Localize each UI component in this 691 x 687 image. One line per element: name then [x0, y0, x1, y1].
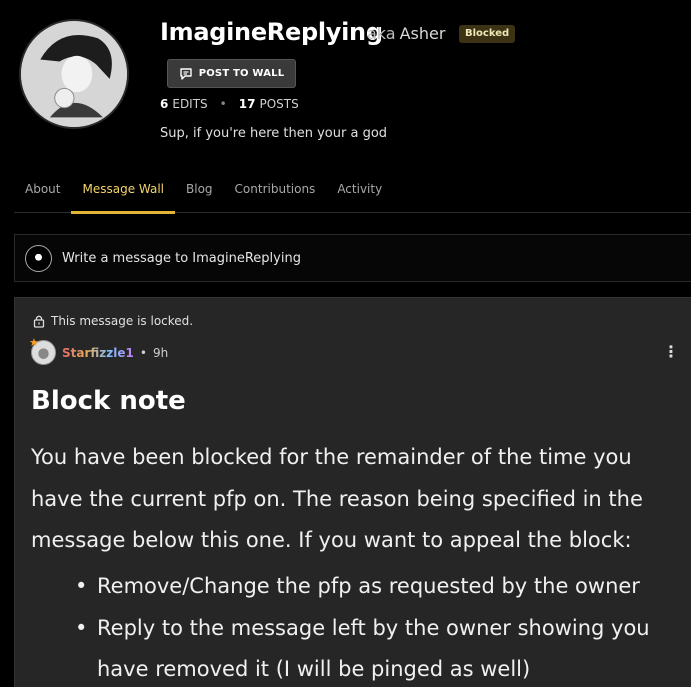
write-message-prompt: Write a message to ImagineReplying [62, 250, 301, 266]
star-badge-icon: ★ [29, 336, 39, 349]
write-message-box[interactable]: Write a message to ImagineReplying [14, 234, 691, 282]
status-badge: Blocked [459, 25, 516, 43]
current-user-avatar [25, 244, 52, 272]
message-title: Block note [31, 386, 186, 416]
stats-separator: • [219, 97, 227, 111]
profile-bio: Sup, if you're here then your a god [160, 126, 388, 141]
aka-label: aka [367, 24, 396, 43]
locked-notice: This message is locked. [33, 314, 193, 328]
profile-aka: aka Asher [367, 24, 445, 43]
more-options-icon[interactable]: ⋮ [663, 342, 679, 361]
post-to-wall-button[interactable]: POST TO WALL [167, 59, 296, 88]
author-name-link[interactable]: Starfizzle1 [62, 346, 134, 360]
profile-tabs: About Message Wall Blog Contributions Ac… [14, 178, 691, 214]
speech-bubble-icon [179, 67, 192, 80]
message-timestamp[interactable]: 9h [153, 346, 168, 360]
author-avatar[interactable]: ★ [29, 336, 56, 365]
post-to-wall-label: POST TO WALL [198, 68, 285, 79]
posts-count: 17 [238, 97, 256, 111]
posts-label: POSTS [259, 97, 299, 111]
tab-contributions[interactable]: Contributions [224, 178, 327, 213]
message-author-row: ★ Starfizzle1 • 9h [29, 336, 168, 365]
aka-name: Asher [399, 24, 446, 43]
locked-text: This message is locked. [51, 314, 194, 328]
message-separator: • [139, 345, 147, 360]
tab-message-wall[interactable]: Message Wall [71, 178, 175, 214]
profile-username: ImagineReplying [160, 18, 383, 46]
lock-icon [33, 315, 45, 328]
tab-activity[interactable]: Activity [326, 178, 393, 213]
edits-count: 6 [160, 97, 169, 111]
message-body: You have been blocked for the remainder … [31, 445, 643, 552]
message-card: This message is locked. ★ Starfizzle1 • … [14, 297, 691, 687]
profile-avatar [19, 19, 129, 129]
edits-label: EDITS [172, 97, 208, 111]
list-item: Remove/Change the pfp as requested by th… [75, 566, 685, 608]
profile-stats: 6 EDITS • 17 POSTS [160, 97, 299, 111]
tab-about[interactable]: About [14, 178, 71, 213]
message-bullet-list: Remove/Change the pfp as requested by th… [75, 566, 685, 687]
tab-blog[interactable]: Blog [175, 178, 224, 213]
list-item: Reply to the message left by the owner s… [75, 608, 685, 687]
